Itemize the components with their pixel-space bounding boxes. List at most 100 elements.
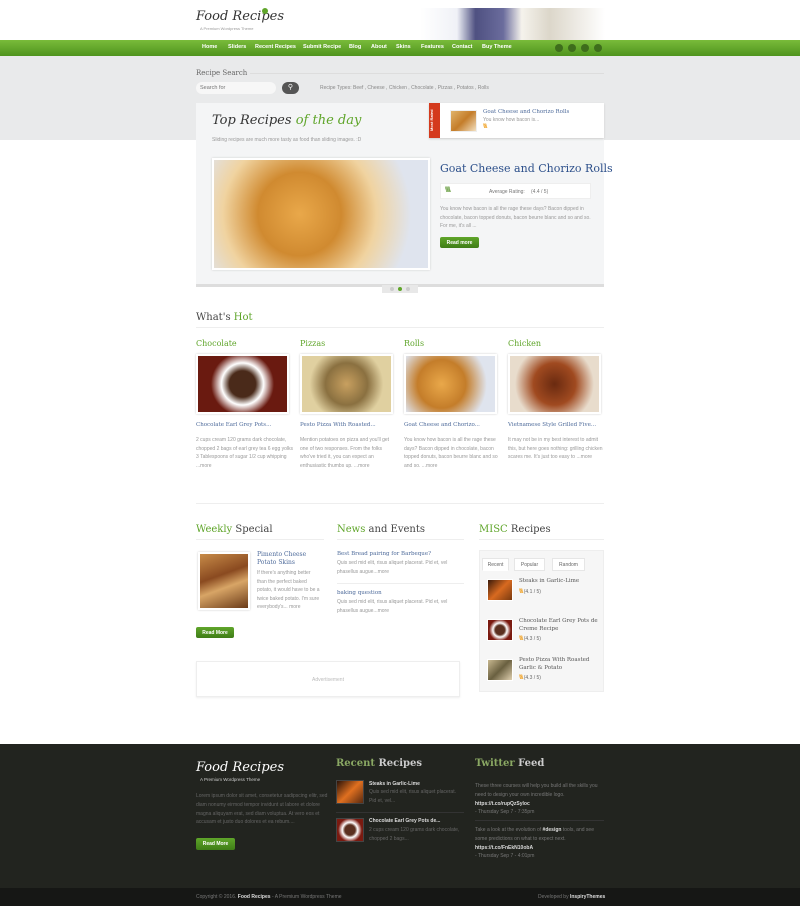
- recent-recipe-text: 2 cups cream 120 grams dark chocolate, c…: [369, 827, 460, 842]
- nav-item-contact[interactable]: Contact: [452, 44, 472, 50]
- tweet: These three courses will help you build …: [475, 783, 598, 816]
- hot-recipe-title[interactable]: Goat Cheese and Chorizo...: [404, 422, 504, 428]
- hot-recipe-image[interactable]: [404, 354, 497, 414]
- nav-item-buy-theme[interactable]: Buy Theme: [482, 44, 512, 50]
- search-button[interactable]: ⚲: [282, 82, 299, 94]
- slide-title[interactable]: Goat Cheese and Chorizo Rolls: [440, 162, 613, 175]
- misc-title[interactable]: Steaks in Garlic-Lime: [519, 578, 601, 586]
- developer-credit: Developed by InspiryThemes: [538, 894, 606, 900]
- recent-recipe-thumbnail[interactable]: [336, 818, 364, 842]
- misc-thumbnail[interactable]: [487, 579, 513, 601]
- search-input[interactable]: [196, 82, 276, 94]
- misc-thumbnail[interactable]: [487, 619, 513, 641]
- recent-recipe-title[interactable]: Steaks in Garlic-Lime: [369, 781, 420, 787]
- slider-heading: Top Recipes of the day: [212, 113, 362, 128]
- news-title[interactable]: Best Bread pairing for Barbeque?: [337, 551, 431, 557]
- bottom-bar: [0, 888, 800, 906]
- developer-link[interactable]: InspiryThemes: [570, 894, 605, 900]
- whats-hot-heading: What's Hot: [196, 312, 253, 323]
- recipe-types[interactable]: Recipe Types: Beef , Cheese , Chicken , …: [320, 85, 489, 91]
- hot-recipe-image[interactable]: [508, 354, 601, 414]
- tweet-link[interactable]: https://t.co/rupQzSyloc: [475, 801, 530, 807]
- divider: [250, 73, 604, 74]
- most-rated-thumbnail[interactable]: [450, 110, 477, 132]
- nav-item-blog[interactable]: Blog: [349, 44, 361, 50]
- hot-recipe-text: 2 cups cream 120 grams dark chocolate, c…: [196, 437, 294, 469]
- rating-stars-icon: \\\\\: [519, 589, 523, 595]
- logo[interactable]: Food Recipes: [196, 8, 290, 24]
- footer-logo[interactable]: Food Recipes: [196, 760, 284, 775]
- hot-recipe-text: It may not be in my best interest to adm…: [508, 437, 603, 461]
- tweet-date: - Thursday Sep 7 - 4:01pm: [475, 853, 535, 860]
- hot-recipe-title[interactable]: Vietnamese Style Grilled Five...: [508, 422, 608, 428]
- search-title: Recipe Search: [196, 69, 248, 77]
- read-more-button[interactable]: Read More: [196, 838, 235, 850]
- nav-item-about[interactable]: About: [371, 44, 387, 50]
- weekly-special-heading: Weekly Special: [196, 524, 273, 535]
- twitter-feed-heading: Twitter Feed: [475, 758, 545, 769]
- weekly-special-title[interactable]: Pimento Cheese Potato Skins: [257, 551, 317, 567]
- rating-stars-icon: \\\\\: [445, 187, 451, 194]
- tweet-link[interactable]: https://t.co/FnEkN10obA: [475, 845, 533, 851]
- misc-rating: \\\\\ (4.1 / 5): [519, 589, 541, 595]
- divider: [337, 583, 464, 584]
- hot-recipe-image[interactable]: [300, 354, 393, 414]
- tagline: A Premium Wordpress Theme: [200, 26, 254, 31]
- email-icon[interactable]: [594, 44, 602, 52]
- divider: [336, 812, 464, 813]
- divider: [479, 539, 604, 540]
- nav-item-skins[interactable]: Skins: [396, 44, 411, 50]
- divider: [475, 820, 604, 821]
- nav-item-home[interactable]: Home: [202, 44, 217, 50]
- twitter-icon[interactable]: [568, 44, 576, 52]
- nav-item-sliders[interactable]: Sliders: [228, 44, 246, 50]
- category-label[interactable]: Pizzas: [300, 339, 325, 348]
- misc-rating: \\\\\ (4.3 / 5): [519, 675, 541, 681]
- most-rated-title[interactable]: Goat Cheese and Chorizo Rolls: [483, 109, 569, 115]
- recent-recipe-title[interactable]: Chocolate Earl Grey Pots de...: [369, 818, 440, 824]
- recent-recipe-thumbnail[interactable]: [336, 780, 364, 804]
- recent-recipes-heading: Recent Recipes: [336, 758, 423, 769]
- misc-title[interactable]: Chocolate Earl Grey Pots de Creme Recipe: [519, 618, 601, 633]
- logo-text: Food Recipes: [196, 9, 285, 24]
- hot-recipe-title[interactable]: Pesto Pizza With Roasted...: [300, 422, 400, 428]
- divider: [196, 503, 604, 504]
- hashtag-link[interactable]: #design: [543, 827, 562, 833]
- category-label[interactable]: Chicken: [508, 339, 541, 348]
- slide-image[interactable]: [212, 158, 430, 270]
- weekly-special-image[interactable]: [198, 552, 250, 610]
- slide-dot[interactable]: [406, 287, 410, 291]
- slide-dot[interactable]: [390, 287, 394, 291]
- tab-random[interactable]: Random: [552, 558, 585, 571]
- rating-value: (4.4 / 5): [531, 189, 549, 195]
- hot-recipe-title[interactable]: Chocolate Earl Grey Pots...: [196, 422, 296, 428]
- news-title[interactable]: baking question: [337, 590, 382, 596]
- misc-rating: \\\\\ (4.3 / 5): [519, 636, 541, 642]
- news-text: Quis sed mid elit, risus aliquet placera…: [337, 599, 448, 614]
- category-label[interactable]: Chocolate: [196, 339, 237, 348]
- divider: [196, 539, 324, 540]
- advertisement[interactable]: Advertisement: [196, 661, 460, 697]
- read-more-button[interactable]: Read More: [196, 627, 234, 638]
- category-label[interactable]: Rolls: [404, 339, 424, 348]
- nav-item-recent-recipes[interactable]: Recent Recipes: [255, 44, 296, 50]
- tab-recent[interactable]: Recent: [482, 558, 509, 571]
- misc-thumbnail[interactable]: [487, 659, 513, 681]
- facebook-icon[interactable]: [555, 44, 563, 52]
- read-more-button[interactable]: Read more: [440, 237, 479, 248]
- tab-popular[interactable]: Popular: [514, 558, 545, 571]
- weekly-special-text: If there's anything better than the perf…: [257, 570, 320, 611]
- hot-recipe-image[interactable]: [196, 354, 289, 414]
- rating-box: \\\\\ Average Rating: (4.4 / 5): [440, 183, 591, 199]
- rss-icon[interactable]: [581, 44, 589, 52]
- misc-title[interactable]: Pesto Pizza With Roasted Garlic & Potato: [519, 657, 601, 672]
- news-heading: News and Events: [337, 524, 425, 535]
- slide-dot-active[interactable]: [398, 287, 402, 291]
- rating-stars-icon: \\\\\: [483, 124, 487, 130]
- nav-item-submit-recipe[interactable]: Submit Recipe: [303, 44, 341, 50]
- recent-recipe-text: Quis sed mid elit, risus aliquet placera…: [369, 789, 456, 804]
- rating-label: Average Rating:: [489, 189, 525, 195]
- nav-item-features[interactable]: Features: [421, 44, 444, 50]
- misc-heading: MISC Recipes: [479, 524, 551, 535]
- search-icon: ⚲: [287, 84, 294, 91]
